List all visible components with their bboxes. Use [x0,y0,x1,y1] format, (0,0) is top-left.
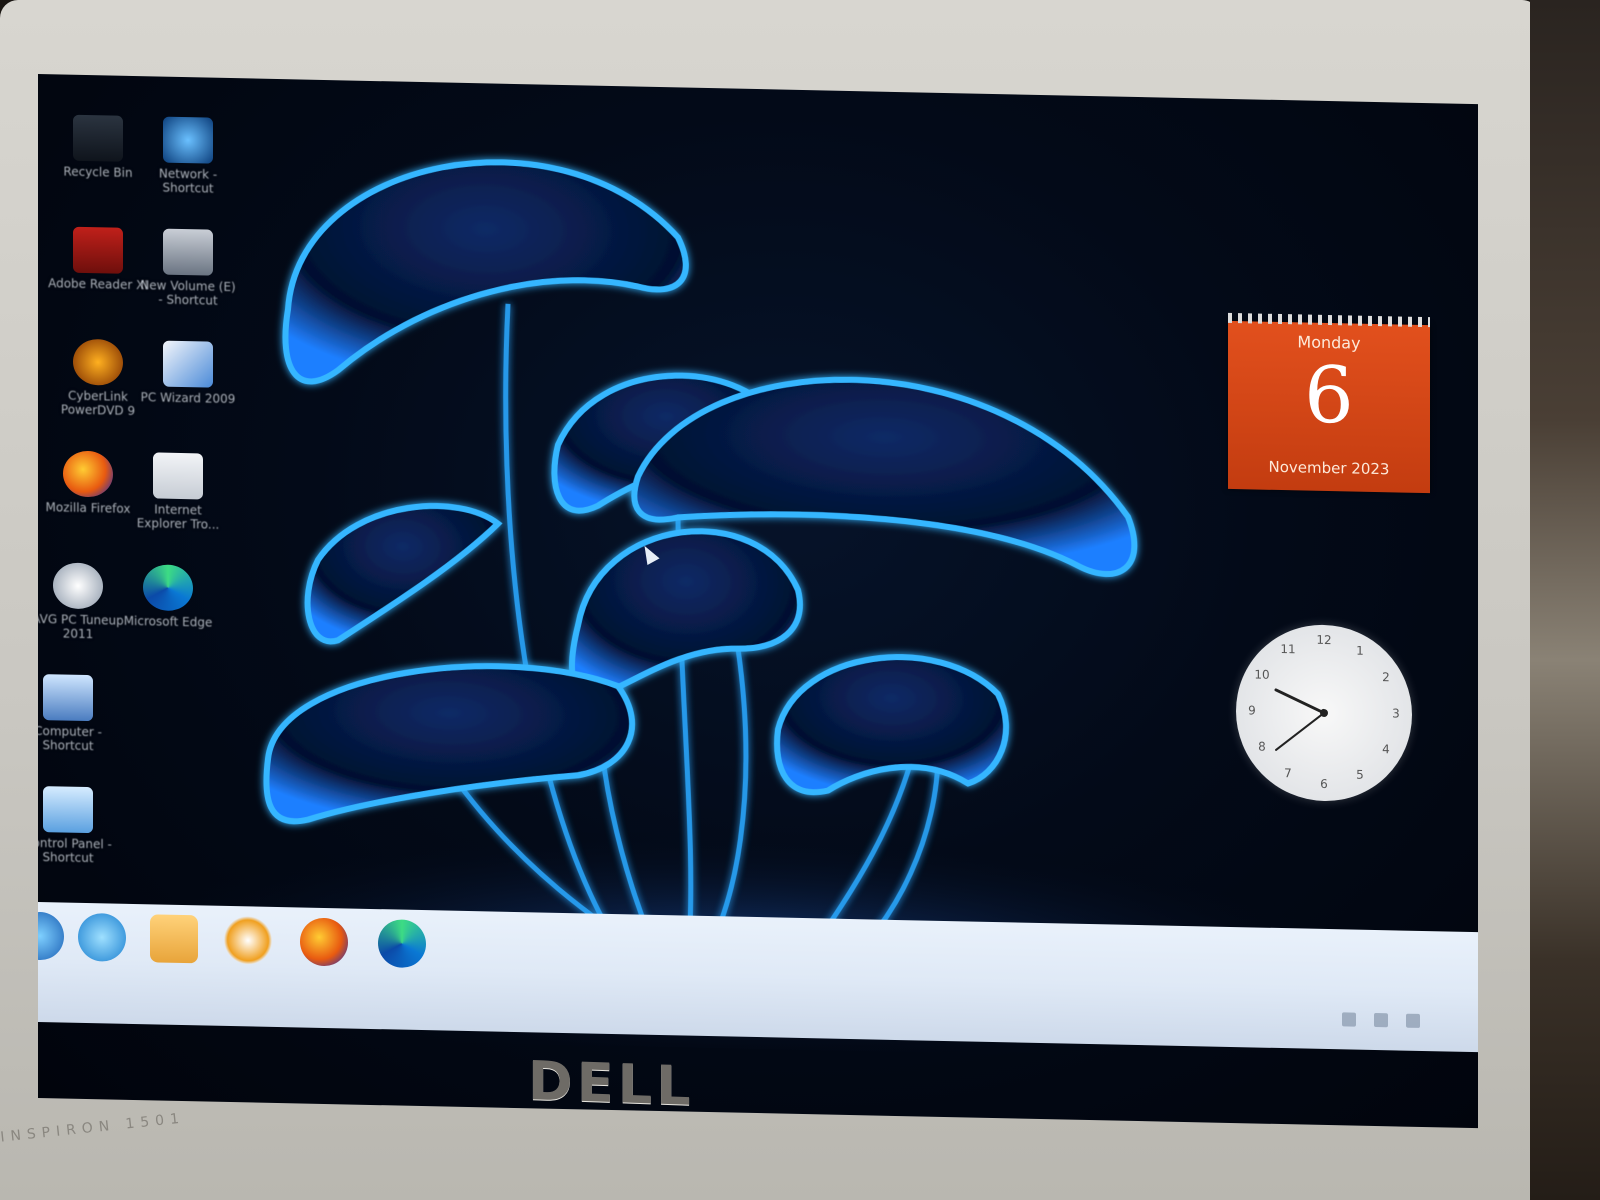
flag-icon[interactable] [1342,1012,1356,1027]
network-icon [163,116,213,164]
network-shortcut[interactable]: Network - Shortcut [138,116,238,196]
desktop-icon-label: Network - Shortcut [158,166,218,196]
pc-wizard-shortcut[interactable]: PC Wizard 2009 [138,340,238,406]
adobe-reader-shortcut[interactable]: Adobe Reader XI [48,226,148,292]
folder-icon[interactable] [150,914,198,964]
internet-explorer-shortcut[interactable]: Internet Explorer Tro... [128,452,228,532]
system-tray [1342,999,1438,1041]
calendar-month-year: November 2023 [1268,457,1390,479]
firefox-shortcut[interactable]: Mozilla Firefox [38,450,138,516]
start-orb-icon[interactable] [38,911,64,961]
avg-tuneup-shortcut[interactable]: AVG PC Tuneup 2011 [38,562,128,642]
network-icon[interactable] [1374,1012,1388,1028]
powerdvd-shortcut[interactable]: CyberLink PowerDVD 9 [48,338,148,418]
dell-logo: DELL [528,1049,695,1118]
desktop-icon-label: PC Wizard 2009 [140,390,236,407]
desktop-icon-label: New Volume (E) - Shortcut [140,278,236,308]
volume-icon[interactable] [1406,1013,1420,1028]
clock-hour-hand [1274,688,1326,715]
calendar-day-number: 6 [1304,350,1354,442]
firefox-icon[interactable] [300,917,348,967]
background-room [1530,0,1600,1200]
clock-minute-hand [1275,711,1325,751]
recycle-bin-shortcut[interactable]: Recycle Bin [48,114,148,180]
desktop-screen: Recycle Bin Network - Shortcut Adobe Rea… [38,74,1478,1129]
desktop-icon-label: CyberLink PowerDVD 9 [60,388,136,419]
avg-gauge-icon [53,562,103,610]
desktop-icon-label: Microsoft Edge [123,613,213,630]
desktop-icon-label: Recycle Bin [63,164,133,180]
firefox-icon [63,450,113,498]
desktop-icon-label: Adobe Reader XI [48,276,148,293]
recycle-bin-icon [73,114,123,162]
edge-icon[interactable] [378,919,426,969]
control-panel-icon [43,786,93,834]
drive-icon [163,228,213,276]
edge-shortcut[interactable]: Microsoft Edge [118,564,218,630]
adobe-reader-icon [73,226,123,274]
desktop-icon-label: Control Panel - Shortcut [38,835,112,866]
powerdvd-icon [73,338,123,386]
computer-shortcut[interactable]: Computer - Shortcut [38,674,118,754]
pc-wizard-icon [163,340,213,388]
desktop-icon-label: AVG PC Tuneup 2011 [38,611,124,642]
desktop-icon-label: Computer - Shortcut [38,723,102,754]
control-panel-shortcut[interactable]: Control Panel - Shortcut [38,786,118,866]
desktop-icon-label: Internet Explorer Tro... [136,502,220,532]
document-firefox-icon [153,452,203,500]
new-volume-shortcut[interactable]: New Volume (E) - Shortcut [138,228,238,308]
clock-gadget[interactable]: 12 1 2 3 4 5 6 7 8 9 10 11 [1236,623,1412,803]
edge-icon [143,564,193,612]
computer-icon [43,674,93,722]
internet-explorer-icon[interactable] [78,912,126,962]
calendar-gadget[interactable]: Monday 6 November 2023 [1228,312,1430,494]
desktop-icon-label: Mozilla Firefox [45,500,131,516]
media-player-icon[interactable] [224,915,272,965]
clock-hands [1274,688,1328,751]
